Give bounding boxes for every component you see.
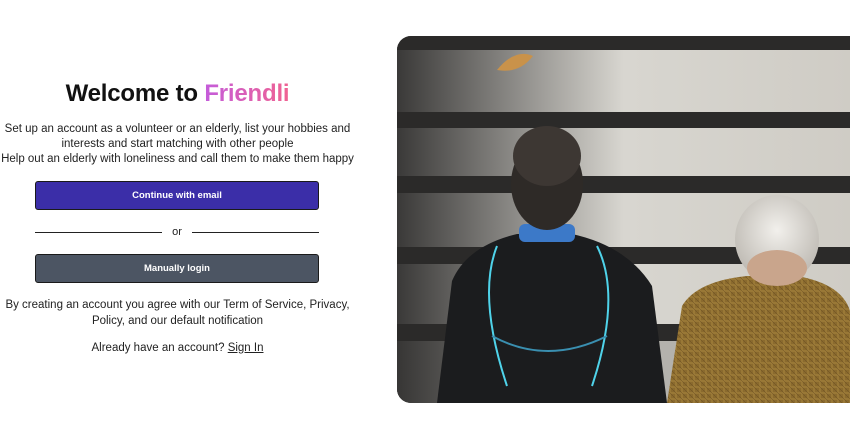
welcome-title: Welcome to Friendli [0, 80, 355, 108]
welcome-title-prefix: Welcome to [65, 80, 198, 107]
hero-photo-illustration [397, 36, 850, 403]
hero-photo [397, 36, 850, 403]
description-line: interests and start matching with other … [61, 138, 294, 150]
divider-text: or [172, 226, 182, 238]
sign-in-link[interactable]: Sign In [228, 342, 264, 354]
signin-row: Already have an account? Sign In [0, 342, 355, 354]
signup-panel: Welcome to Friendli Set up an account as… [0, 0, 355, 445]
terms-line: Policy, and our default notification [91, 315, 264, 327]
continue-with-email-button[interactable]: Continue with email [35, 181, 319, 210]
divider-line [35, 231, 163, 233]
description-line: Set up an account as a volunteer or an e… [4, 123, 351, 135]
manual-login-button[interactable]: Manually login [35, 254, 319, 283]
terms-notice: By creating an account you agree with ou… [0, 297, 355, 329]
divider-line [191, 231, 319, 233]
signin-prompt: Already have an account? [91, 342, 225, 354]
brand-name: Friendli [204, 80, 290, 107]
app-description: Set up an account as a volunteer or an e… [0, 122, 355, 167]
or-divider: or [35, 224, 319, 240]
description-line: Help out an elderly with loneliness and … [1, 153, 354, 165]
terms-line: By creating an account you agree with ou… [5, 299, 350, 311]
